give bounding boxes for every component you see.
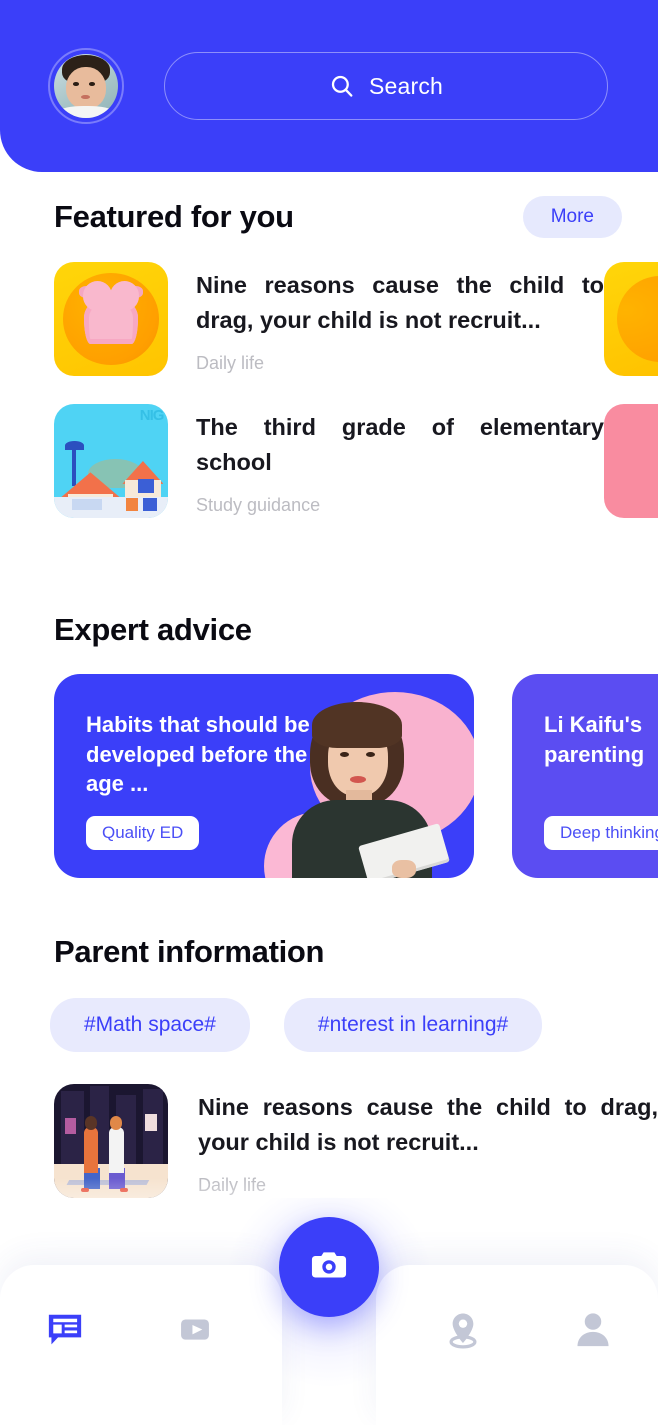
expert-card[interactable]: Li Kaifu's parenting Deep thinking — [512, 674, 658, 878]
featured-page-current: Nine reasons cause the child to drag, yo… — [0, 262, 604, 546]
expert-advice-title: Expert advice — [54, 612, 252, 647]
search-placeholder: Search — [368, 72, 444, 99]
featured-carousel[interactable]: Nine reasons cause the child to drag, yo… — [0, 262, 658, 546]
search-icon — [329, 73, 355, 99]
parent-tag-row: #Math space# #nterest in learning# — [0, 998, 658, 1052]
avatar-ring[interactable] — [48, 48, 124, 124]
featured-item[interactable]: Nine reasons cause the child to drag, yo… — [54, 262, 604, 376]
news-icon — [43, 1307, 87, 1356]
expert-card-title: Li Kaifu's parenting — [544, 712, 645, 767]
expert-advice-carousel[interactable]: Habits that should be developed before t… — [0, 674, 658, 878]
parent-tag[interactable]: #Math space# — [50, 998, 250, 1052]
nav-item-profile[interactable] — [528, 1307, 658, 1358]
avatar-face — [66, 66, 106, 110]
avatar-shirt — [60, 106, 112, 118]
parent-information-section: Parent information #Math space# #nterest… — [0, 934, 658, 1198]
profile-icon — [570, 1307, 616, 1358]
night-street-icon — [54, 1084, 168, 1198]
featured-item-category: Daily life — [196, 352, 265, 373]
parent-tag[interactable]: #nterest in learning# — [283, 998, 543, 1052]
parent-article-item[interactable]: Nine reasons cause the child to drag, yo… — [0, 1084, 658, 1198]
avatar-eye-right — [89, 82, 95, 86]
featured-page-next-peek[interactable] — [604, 262, 658, 546]
parent-information-header: Parent information — [0, 934, 658, 970]
featured-header: Featured for you More — [0, 196, 658, 238]
next-thumb-yellow — [604, 262, 658, 376]
featured-item-category: Study guidance — [196, 494, 321, 515]
location-icon — [440, 1307, 486, 1358]
parent-article-category: Daily life — [198, 1174, 267, 1195]
avatar[interactable] — [54, 54, 118, 118]
featured-more-button[interactable]: More — [522, 196, 622, 238]
alarm-clock-icon — [54, 262, 168, 376]
app-header: Search — [0, 0, 658, 172]
featured-title: Featured for you — [54, 199, 294, 234]
featured-section: Featured for you More Nine reasons cause… — [0, 196, 658, 546]
expert-card-title: Habits that should be developed before t… — [86, 712, 310, 797]
nav-item-video[interactable] — [130, 1307, 260, 1356]
featured-item-title: Nine reasons cause the child to drag, yo… — [196, 272, 604, 334]
camera-fab-button[interactable] — [279, 1217, 379, 1317]
nav-item-news[interactable] — [0, 1307, 130, 1356]
expert-advice-header: Expert advice — [0, 612, 658, 648]
expert-advice-section: Expert advice Habits that should be deve… — [0, 612, 658, 878]
bottom-navigation — [0, 1217, 658, 1425]
video-icon — [173, 1307, 217, 1356]
featured-item[interactable]: NIG The third grade of elementary school… — [54, 404, 604, 518]
search-bar[interactable]: Search — [164, 52, 608, 120]
town-illustration-icon: NIG — [54, 404, 168, 518]
expert-card[interactable]: Habits that should be developed before t… — [54, 674, 474, 878]
parent-article-title: Nine reasons cause the child to drag, yo… — [198, 1094, 658, 1156]
expert-card-chip[interactable]: Deep thinking — [544, 816, 658, 850]
nav-item-location[interactable] — [397, 1307, 527, 1358]
camera-icon — [306, 1242, 352, 1293]
featured-item-title: The third grade of elementary school — [196, 414, 604, 476]
avatar-eye-left — [73, 82, 79, 86]
parent-information-title: Parent information — [54, 934, 325, 969]
next-thumb-pink — [604, 404, 658, 518]
expert-card-chip[interactable]: Quality ED — [86, 816, 200, 850]
